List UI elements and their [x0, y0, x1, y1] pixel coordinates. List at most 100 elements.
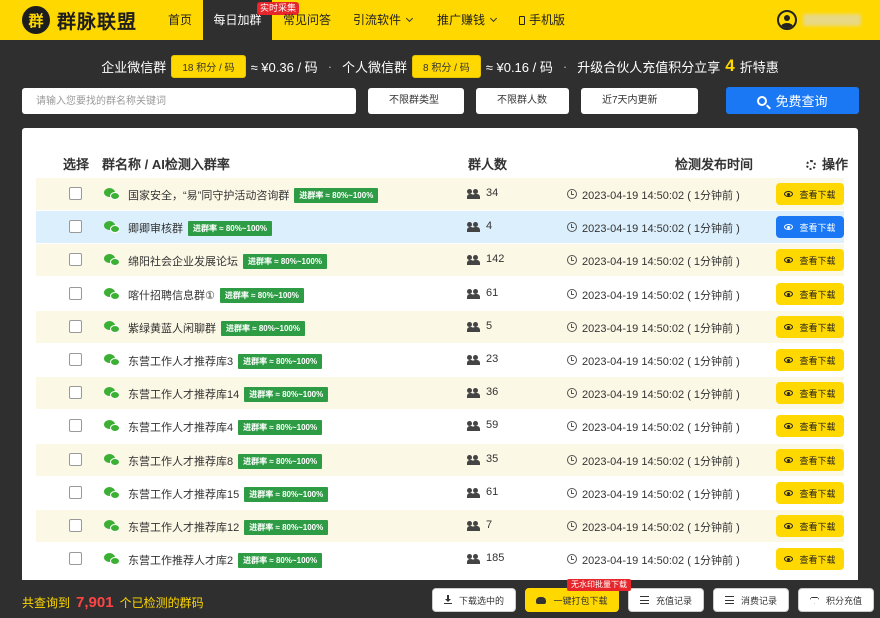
nav-home[interactable]: 首页 [168, 0, 192, 40]
download-selected-label: 下载选中的 [458, 595, 504, 606]
view-download-button[interactable]: 查看下载 [776, 183, 844, 205]
join-rate-tag: 进群率 ≈ 80%~100% [219, 288, 304, 303]
row-checkbox[interactable] [69, 519, 82, 532]
enterprise-price: ≈ ¥0.36 / 码 [250, 59, 318, 75]
pack-download-button[interactable]: 一键打包下载 [525, 588, 619, 612]
table-row[interactable]: 卿卿审核群 进群率 ≈ 80%~100% 4 2023-04-19 14:50:02 … [36, 211, 844, 243]
nav-software[interactable]: 引流软件 [353, 0, 414, 40]
consume-record-button[interactable]: 消费记录 [713, 588, 789, 612]
table-row[interactable]: 东营工作人才推荐库15 进群率 ≈ 80%~100% 61 2023-04-19 14… [36, 477, 844, 509]
member-count: 61 [486, 287, 499, 299]
view-download-label: 查看下载 [799, 189, 836, 200]
table-row[interactable]: 绵阳社会企业发展论坛 进群率 ≈ 80%~100% 142 2023-04-19 14… [36, 244, 844, 276]
row-checkbox[interactable] [69, 453, 82, 466]
view-download-button[interactable]: 查看下载 [776, 482, 844, 504]
view-download-button[interactable]: 查看下载 [776, 449, 844, 471]
row-checkbox[interactable] [69, 220, 82, 233]
row-checkbox[interactable] [69, 353, 82, 366]
row-checkbox[interactable] [69, 253, 82, 266]
table-row[interactable]: 东营工作人才推荐库12 进群率 ≈ 80%~100% 7 2023-04-19 14:… [36, 510, 844, 542]
clock-icon [567, 388, 577, 398]
people-icon [467, 388, 480, 398]
table-row[interactable]: 喀什招聘信息群① 进群率 ≈ 80%~100% 61 2023-04-19 14:50… [36, 278, 844, 310]
view-download-button[interactable]: 查看下载 [776, 283, 844, 305]
member-count: 142 [486, 253, 505, 265]
promo-bar: 企业微信群 18 积分 / 码 ≈ ¥0.36 / 码 · 个人微信群 8 积分… [0, 40, 880, 128]
clock-icon [567, 289, 577, 299]
wechat-icon [104, 420, 120, 432]
upgrade-discount-number: 4 [725, 56, 735, 75]
group-table: 选择 群名称 / AI检测入群率 群人数 检测发布时间 操作 国家安全，“易”同… [22, 128, 858, 580]
view-download-label: 查看下载 [799, 355, 836, 366]
download-selected-button[interactable]: 下载选中的 [432, 588, 516, 612]
group-name: 紫绿黄蓝人闲聊群 进群率 ≈ 80%~100% [128, 320, 305, 336]
pack-download-label: 一键打包下载 [553, 595, 608, 606]
table-row[interactable]: 东营工作推荐人才库2 进群率 ≈ 80%~100% 185 2023-04-19 14… [36, 543, 844, 575]
people-icon [467, 554, 480, 564]
row-checkbox[interactable] [69, 386, 82, 399]
people-icon [467, 189, 480, 199]
view-download-button[interactable]: 查看下载 [776, 249, 844, 271]
people-icon [467, 521, 480, 531]
site-logo[interactable]: 群 群脉联盟 [22, 6, 137, 34]
eye-icon [784, 423, 794, 429]
view-download-button[interactable]: 查看下载 [776, 382, 844, 404]
clock-icon [567, 521, 577, 531]
view-download-label: 查看下载 [799, 421, 836, 432]
row-checkbox[interactable] [69, 419, 82, 432]
separator-dot: · [327, 58, 333, 74]
view-download-button[interactable]: 查看下载 [776, 548, 844, 570]
header-select: 选择 [63, 157, 90, 172]
publish-time: 2023-04-19 14:50:02 ( 1分钟前 ) [582, 190, 740, 202]
nav-promote[interactable]: 推广赚钱 [437, 0, 498, 40]
join-rate-tag: 进群率 ≈ 80%~100% [238, 454, 323, 469]
chevron-down-icon [489, 14, 498, 23]
group-name-text: 卿卿审核群 [128, 223, 183, 235]
nav-mobile[interactable]: 手机版 [519, 0, 565, 40]
group-size-select[interactable]: 不限群人数 [476, 88, 569, 114]
group-type-select[interactable]: 不限群类型 [368, 88, 464, 114]
row-checkbox[interactable] [69, 320, 82, 333]
free-search-button[interactable]: 免费查询 [726, 87, 859, 114]
table-row[interactable]: 东营工作人才推荐库3 进群率 ≈ 80%~100% 23 2023-04-19 14:… [36, 344, 844, 376]
user-name-blurred[interactable] [803, 14, 861, 26]
member-count: 36 [486, 386, 499, 398]
clock-icon [567, 189, 577, 199]
view-download-button[interactable]: 查看下载 [776, 349, 844, 371]
personal-price: ≈ ¥0.16 / 码 [485, 59, 553, 75]
points-recharge-button[interactable]: 积分充值 [798, 588, 874, 612]
table-row[interactable]: 紫绿黄蓝人闲聊群 进群率 ≈ 80%~100% 5 2023-04-19 14:50:… [36, 311, 844, 343]
table-row[interactable]: 东营工作人才推荐库14 进群率 ≈ 80%~100% 36 2023-04-19 14… [36, 377, 844, 409]
member-count: 7 [486, 519, 493, 531]
group-name-text: 东营工作推荐人才库2 [128, 555, 234, 567]
publish-time: 2023-04-19 14:50:02 ( 1分钟前 ) [582, 256, 740, 268]
table-row[interactable]: 国家安全，“易”同守护活动咨询群 进群率 ≈ 80%~100% 34 2023-04-… [36, 178, 844, 210]
group-name-text: 国家安全，“易”同守护活动咨询群 [128, 190, 290, 202]
list-icon [639, 596, 649, 604]
group-search-input[interactable] [22, 88, 356, 114]
member-count: 59 [486, 419, 499, 431]
row-checkbox[interactable] [69, 187, 82, 200]
table-row[interactable]: 东营工作人才推荐库8 进群率 ≈ 80%~100% 35 2023-04-19 14:… [36, 444, 844, 476]
join-rate-tag: 进群率 ≈ 80%~100% [238, 420, 323, 435]
nav-faq[interactable]: 常见问答 [283, 0, 331, 40]
view-download-button[interactable]: 查看下载 [776, 515, 844, 537]
update-time-select[interactable]: 近7天内更新 [581, 88, 698, 114]
group-name: 东营工作人才推荐库8 进群率 ≈ 80%~100% [128, 453, 323, 469]
row-checkbox[interactable] [69, 287, 82, 300]
user-avatar-icon[interactable] [777, 10, 797, 30]
group-name-text: 绵阳社会企业发展论坛 [128, 256, 238, 268]
recharge-record-button[interactable]: 充值记录 [628, 588, 704, 612]
view-download-button[interactable]: 查看下载 [776, 316, 844, 338]
people-icon [467, 421, 480, 431]
group-name-text: 东营工作人才推荐库15 [128, 489, 240, 501]
header-time: 检测发布时间 [675, 157, 754, 172]
join-rate-tag: 进群率 ≈ 80%~100% [188, 221, 272, 236]
group-name: 东营工作人才推荐库4 进群率 ≈ 80%~100% [128, 419, 323, 435]
row-checkbox[interactable] [69, 552, 82, 565]
view-download-button[interactable]: 查看下载 [776, 216, 844, 238]
table-row[interactable]: 东营工作人才推荐库4 进群率 ≈ 80%~100% 59 2023-04-19 14:… [36, 410, 844, 442]
view-download-button[interactable]: 查看下载 [776, 415, 844, 437]
publish-time: 2023-04-19 14:50:02 ( 1分钟前 ) [582, 323, 740, 335]
row-checkbox[interactable] [69, 486, 82, 499]
